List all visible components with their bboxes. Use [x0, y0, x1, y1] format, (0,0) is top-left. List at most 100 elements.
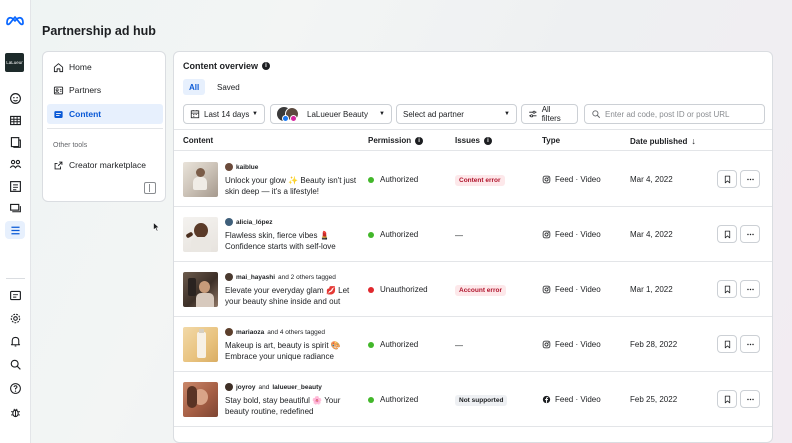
bookmark-button[interactable]: [717, 335, 737, 353]
creator-handle: kaiblue: [236, 163, 259, 171]
instagram-icon: [542, 285, 551, 294]
creator-name: alicia_lópez: [225, 218, 273, 226]
nav-item-content[interactable]: Content: [47, 104, 163, 124]
more-options-button[interactable]: [740, 280, 760, 298]
tab-all[interactable]: All: [183, 79, 206, 95]
column-header-issues[interactable]: Issues i: [455, 136, 492, 145]
issue-badge: Not supported: [455, 395, 508, 406]
info-icon[interactable]: i: [415, 136, 424, 145]
nav-item-creator-marketplace[interactable]: Creator marketplace: [47, 155, 163, 175]
more-options-button[interactable]: [740, 390, 760, 408]
creator-handle: alicia_lópez: [236, 218, 273, 226]
post-caption: Elevate your everyday glam 💋 Let your be…: [225, 286, 350, 306]
avatar: [225, 218, 233, 226]
account-avatars: [277, 107, 303, 122]
gear-icon[interactable]: [7, 310, 23, 326]
column-header-permission[interactable]: Permission i: [368, 136, 424, 145]
creator-name: mai_hayashi and 2 others tagged: [225, 273, 336, 281]
bookmark-icon: [724, 340, 730, 348]
info-icon[interactable]: i: [262, 62, 271, 70]
date-published: Feb 28, 2022: [630, 340, 678, 349]
avatar: [225, 273, 233, 281]
table-row[interactable]: mariaoza and 4 others tagged Makeup is a…: [174, 317, 772, 372]
billing-icon[interactable]: [7, 287, 23, 303]
post-thumbnail[interactable]: [183, 382, 218, 417]
table-row[interactable]: kaiblue Unlock your glow ✨ Beauty isn't …: [174, 152, 772, 207]
permission-label: Authorized: [380, 340, 419, 349]
table-row[interactable]: alicia_lópez Flawless skin, fierce vibes…: [174, 207, 772, 262]
bookmark-button[interactable]: [717, 280, 737, 298]
instagram-icon: [542, 175, 551, 184]
bell-icon[interactable]: [7, 333, 23, 349]
more-horizontal-icon: [746, 178, 754, 180]
date-published: Feb 25, 2022: [630, 395, 678, 404]
meta-logo-icon[interactable]: [5, 14, 25, 26]
more-options-button[interactable]: [740, 335, 760, 353]
creator-name: mariaoza and 4 others tagged: [225, 328, 325, 336]
all-filters-label: All filters: [541, 105, 561, 123]
avatar: [225, 328, 233, 336]
layers-icon[interactable]: [7, 200, 23, 216]
bookmark-button[interactable]: [717, 225, 737, 243]
people-icon[interactable]: [7, 156, 23, 172]
bookmark-button[interactable]: [717, 390, 737, 408]
post-type: Feed · Video: [542, 395, 601, 404]
pages-icon[interactable]: [7, 134, 23, 150]
permission-status: Authorized: [368, 395, 418, 404]
nav-item-partners[interactable]: Partners: [47, 80, 163, 100]
search-field[interactable]: [584, 104, 765, 124]
post-thumbnail[interactable]: [183, 327, 218, 362]
post-thumbnail[interactable]: [183, 217, 218, 252]
post-type: Feed · Video: [542, 230, 601, 239]
bookmark-icon: [724, 230, 730, 238]
instagram-icon: [542, 230, 551, 239]
grid-table-icon[interactable]: [7, 112, 23, 128]
post-caption: Makeup is art, beauty is spirit 🎨 Embrac…: [225, 341, 341, 361]
tagged-account: lalueuer_beauty: [272, 383, 322, 391]
post-thumbnail[interactable]: [183, 162, 218, 197]
tagged-text: and 4 others tagged: [267, 328, 326, 336]
post-thumbnail[interactable]: [183, 272, 218, 307]
nav-item-home[interactable]: Home: [47, 57, 163, 77]
more-options-button[interactable]: [740, 170, 760, 188]
table-row[interactable]: mai_hayashi and 2 others tagged Elevate …: [174, 262, 772, 317]
bug-icon[interactable]: [7, 404, 23, 420]
post-type-label: Feed · Video: [555, 175, 601, 184]
post-type: Feed · Video: [542, 285, 601, 294]
account-dropdown[interactable]: LaLueuer Beauty ▼: [270, 104, 392, 124]
table-row[interactable]: joyroy and lalueuer_beauty Stay bold, st…: [174, 372, 772, 427]
column-header-type[interactable]: Type: [542, 136, 560, 145]
mouse-cursor-icon: [153, 222, 160, 232]
more-options-button[interactable]: [740, 225, 760, 243]
app-rail: LaLueur: [0, 0, 31, 443]
search-icon[interactable]: [7, 356, 23, 372]
ad-partner-dropdown[interactable]: Select ad partner ▼: [396, 104, 517, 124]
help-icon[interactable]: [7, 380, 23, 396]
avatar: [225, 383, 233, 391]
status-dot: [368, 176, 374, 183]
creator-handle: mariaoza: [236, 328, 265, 336]
calendar-icon: [190, 109, 200, 119]
search-input[interactable]: [605, 109, 755, 119]
status-dot: [368, 341, 374, 348]
date-published: Mar 1, 2022: [630, 285, 673, 294]
brand-tile[interactable]: LaLueur: [5, 53, 24, 72]
nav-divider: [47, 128, 163, 129]
info-icon[interactable]: i: [483, 136, 492, 145]
more-horizontal-icon: [746, 343, 754, 345]
column-header-label: Permission: [368, 136, 412, 145]
ad-partner-placeholder: Select ad partner: [403, 109, 464, 119]
status-dot: [368, 286, 374, 293]
menu-list-icon[interactable]: [5, 221, 25, 239]
document-list-icon[interactable]: [7, 178, 23, 194]
creator-handle: joyroy: [236, 383, 256, 391]
collapse-panel-icon[interactable]: [144, 182, 156, 194]
smiley-icon[interactable]: [7, 90, 23, 106]
column-header-date[interactable]: Date published ↓: [630, 136, 696, 146]
all-filters-button[interactable]: All filters: [521, 104, 578, 124]
date-range-dropdown[interactable]: Last 14 days ▼: [183, 104, 265, 124]
column-header-content[interactable]: Content: [183, 136, 213, 145]
tab-saved[interactable]: Saved: [211, 79, 246, 95]
external-link-icon: [54, 161, 63, 169]
bookmark-button[interactable]: [717, 170, 737, 188]
